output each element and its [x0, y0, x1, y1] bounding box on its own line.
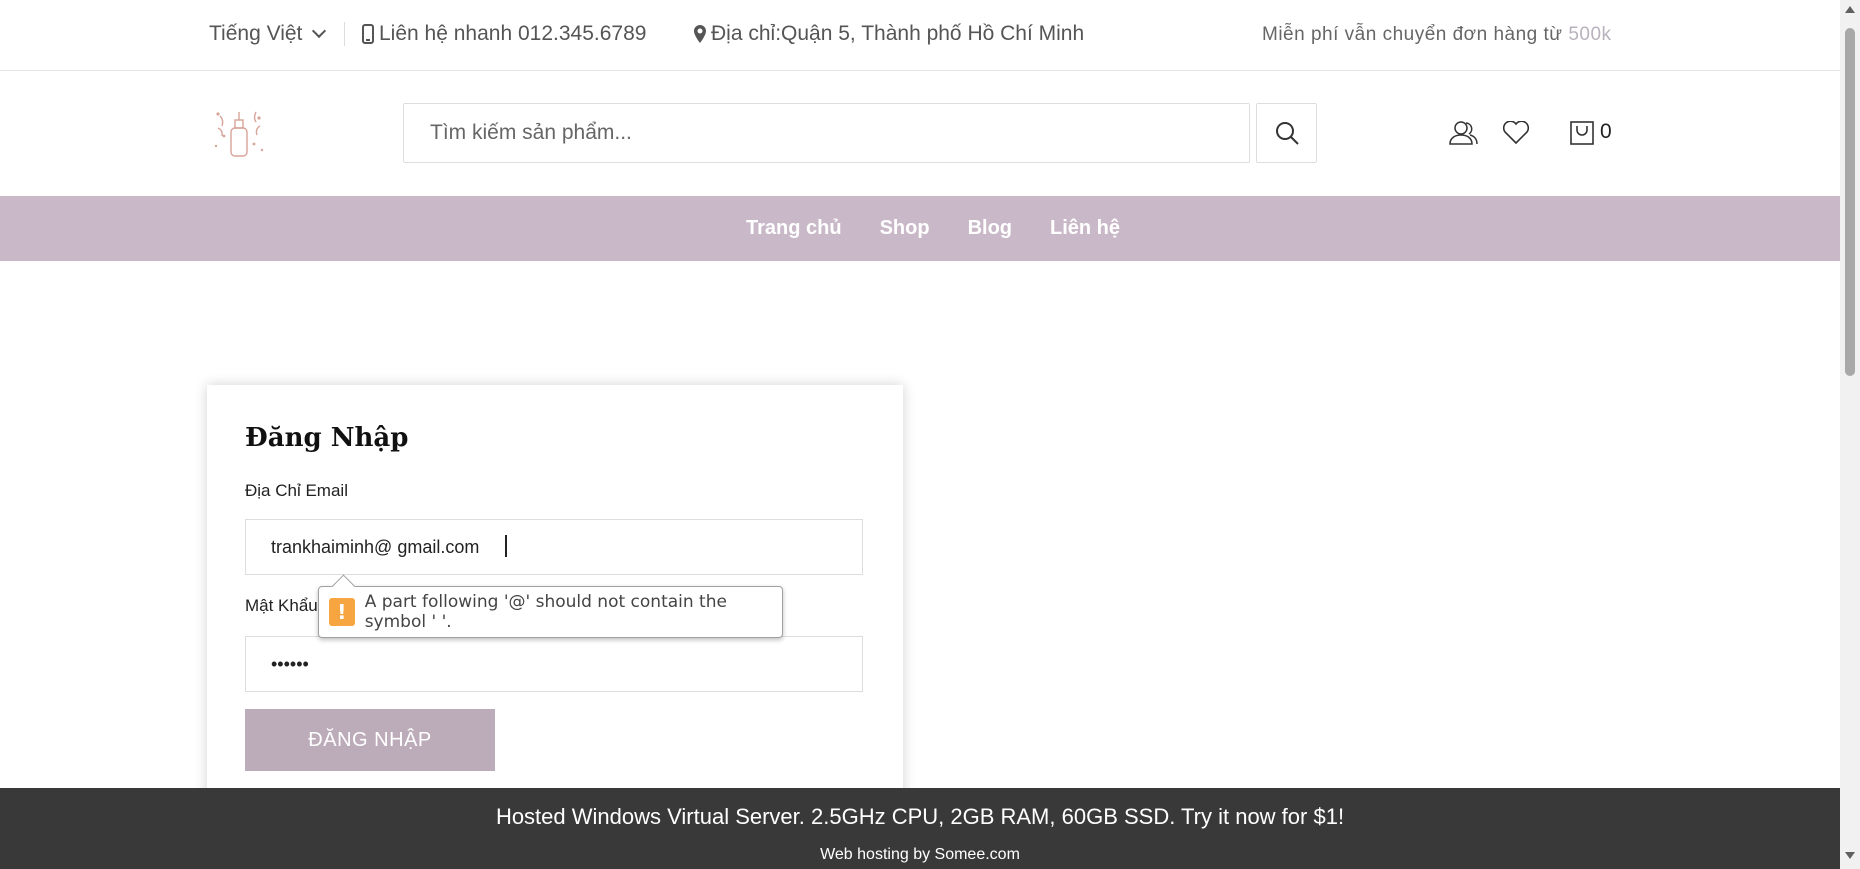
search-button[interactable]: [1256, 103, 1317, 163]
login-submit-button[interactable]: ĐĂNG NHẬP: [245, 709, 495, 771]
email-label: Địa Chỉ Email: [245, 481, 348, 500]
contact-phone: Liên hệ nhanh 012.345.6789: [362, 22, 646, 46]
nav-item-home[interactable]: Trang chủ: [746, 217, 842, 240]
cart-icon: [1570, 121, 1594, 145]
password-field-wrapper: [245, 636, 863, 692]
contact-address-text: Địa chỉ:Quận 5, Thành phố Hồ Chí Minh: [711, 22, 1085, 45]
wishlist-button[interactable]: [1500, 118, 1532, 148]
cart-count: 0: [1600, 120, 1612, 143]
search-box: [403, 103, 1250, 163]
warning-icon: !: [329, 598, 355, 626]
contact-phone-text: Liên hệ nhanh 012.345.6789: [379, 22, 647, 45]
mobile-phone-icon: [362, 24, 374, 44]
contact-address: Địa chỉ:Quận 5, Thành phố Hồ Chí Minh: [694, 22, 1084, 46]
logo-bottle-icon: [214, 111, 264, 157]
scroll-down-arrow-icon[interactable]: [1845, 852, 1855, 859]
free-shipping-notice: Miễn phí vẫn chuyển đơn hàng từ 500k: [1262, 24, 1612, 46]
email-field[interactable]: [246, 520, 862, 574]
hosting-banner-headline[interactable]: Hosted Windows Virtual Server. 2.5GHz CP…: [0, 804, 1840, 830]
map-pin-icon: [694, 25, 706, 43]
free-shipping-amount: 500k: [1568, 24, 1612, 45]
divider: [344, 22, 345, 46]
page-scrollbar[interactable]: [1840, 0, 1860, 869]
top-bar: Tiếng Việt Liên hệ nhanh 012.345.6789 Đị…: [0, 0, 1840, 71]
validation-message: A part following '@' should not contain …: [364, 592, 727, 632]
nav-item-shop[interactable]: Shop: [880, 217, 930, 240]
chevron-down-icon: [312, 23, 327, 39]
search-icon: [1275, 122, 1299, 145]
hosting-banner-credit[interactable]: Web hosting by Somee.com: [0, 846, 1840, 864]
free-shipping-text: Miễn phí vẫn chuyển đơn hàng từ: [1262, 24, 1563, 45]
heart-icon: [1502, 121, 1530, 145]
account-button[interactable]: [1448, 118, 1480, 148]
email-field-wrapper: [245, 519, 863, 575]
scrollbar-thumb[interactable]: [1845, 28, 1855, 376]
hosting-banner: Hosted Windows Virtual Server. 2.5GHz CP…: [0, 788, 1840, 869]
nav-item-contact[interactable]: Liên hệ: [1050, 217, 1120, 240]
cart-button[interactable]: [1566, 118, 1598, 148]
site-logo[interactable]: [210, 106, 268, 160]
nav-item-blog[interactable]: Blog: [968, 217, 1012, 240]
login-title: Đăng Nhập: [245, 423, 409, 453]
password-field[interactable]: [246, 637, 862, 691]
search-input[interactable]: [404, 104, 1249, 162]
user-icon: [1449, 121, 1478, 145]
password-label: Mật Khẩu: [245, 596, 318, 615]
scroll-up-arrow-icon[interactable]: [1845, 6, 1855, 13]
language-selector[interactable]: Tiếng Việt: [209, 22, 327, 46]
text-cursor: [505, 535, 507, 557]
validation-tooltip: ! A part following '@' should not contai…: [318, 586, 783, 638]
main-nav: Trang chủ Shop Blog Liên hệ: [0, 196, 1840, 261]
language-label: Tiếng Việt: [209, 22, 303, 45]
